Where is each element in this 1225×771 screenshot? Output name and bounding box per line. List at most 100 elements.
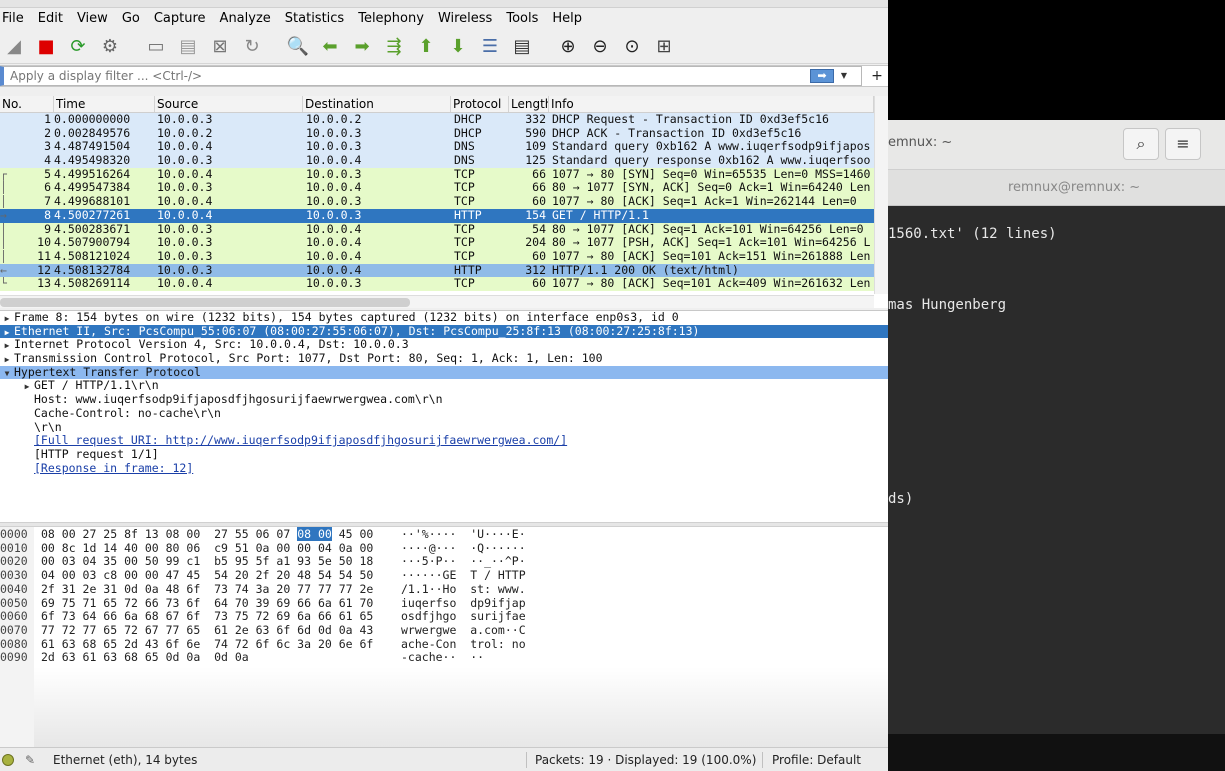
menu-tools[interactable]: Tools (499, 8, 545, 30)
restart-capture-icon[interactable]: ⟳ (64, 33, 92, 61)
detail-tree-row[interactable]: ▶ Frame 8: 154 bytes on wire (1232 bits),… (0, 310, 888, 326)
ascii-bytes[interactable]: iuqerfso dp9ifjap (401, 596, 526, 611)
reload-file-icon[interactable]: ↻ (238, 33, 266, 61)
menu-statistics[interactable]: Statistics (278, 8, 351, 30)
menu-view[interactable]: View (70, 8, 115, 30)
ascii-bytes[interactable]: osdfjhgo surijfae (401, 609, 526, 624)
packet-row[interactable]: ┌ 5 4.499516264 10.0.0.4 10.0.0.3 TCP 66 1077 →… (0, 167, 888, 182)
detail-tree-row[interactable]: [HTTP request 1/1] (0, 447, 888, 462)
packet-row[interactable]: 2 0.002849576 10.0.0.2 10.0.0.3 DHCP 590 DHCP … (0, 126, 888, 141)
ascii-bytes[interactable]: ····@··· ·Q······ (401, 541, 526, 556)
save-file-icon[interactable]: ▤ (174, 33, 202, 61)
packet-row[interactable]: │ 9 4.500283671 10.0.0.3 10.0.0.4 TCP 54 80 → 1… (0, 222, 888, 237)
colorize-icon[interactable]: ▤ (508, 33, 536, 61)
packet-row[interactable]: ← 12 4.508132784 10.0.0.3 10.0.0.4 HTTP 312 HTT… (0, 263, 888, 278)
hex-bytes[interactable]: 00 8c 1d 14 40 00 80 06 c9 51 0a 00 00 0… (41, 541, 373, 556)
selected-hex-bytes[interactable]: 08 00 (297, 527, 332, 541)
hex-bytes[interactable]: 08 00 27 25 8f 13 08 00 27 55 06 07 08 0… (41, 527, 373, 542)
zoom-in-icon[interactable]: ⊕ (554, 33, 582, 61)
menu-help[interactable]: Help (545, 8, 589, 30)
hamburger-menu-icon[interactable]: ≡ (1165, 128, 1201, 160)
terminal-output[interactable]: 1560.txt' (12 lines) mas Hungenberg ds) (888, 206, 1225, 734)
filter-history-dropdown-icon[interactable]: ▼ (838, 69, 850, 83)
zoom-normal-icon[interactable]: ⊙ (618, 33, 646, 61)
col-header-info[interactable]: Info (549, 96, 874, 112)
menu-wireless[interactable]: Wireless (431, 8, 499, 30)
menu-go[interactable]: Go (115, 8, 147, 30)
ascii-bytes[interactable]: ache-Con trol: no (401, 637, 526, 652)
packet-row[interactable]: 4 4.495498320 10.0.0.3 10.0.0.4 DNS 125 Standa… (0, 154, 888, 168)
detail-tree-row[interactable]: ▶ Ethernet II, Src: PcsCompu_55:06:07 (08… (0, 324, 888, 340)
collapsed-arrow-icon[interactable]: ▶ (0, 326, 14, 340)
ascii-bytes[interactable]: ···5·P·· ··_··^P· (401, 555, 526, 569)
go-forward-icon[interactable]: ➡ (348, 33, 376, 61)
packet-row[interactable]: 1 0.000000000 10.0.0.3 10.0.0.2 DHCP 332 DHCP … (0, 113, 888, 127)
packet-details[interactable]: ▶ Frame 8: 154 bytes on wire (1232 bits),… (0, 310, 888, 522)
terminal-tab-title[interactable]: emnux: ~ (888, 135, 952, 150)
close-file-icon[interactable]: ⊠ (206, 33, 234, 61)
hex-bytes[interactable]: 00 03 04 35 00 50 99 c1 b5 95 5f a1 93 5… (41, 555, 373, 569)
col-header-no[interactable]: No. (0, 96, 54, 112)
collapsed-arrow-icon[interactable]: ▶ (0, 312, 14, 326)
hex-bytes[interactable]: 69 75 71 65 72 66 73 6f 64 70 39 69 66 6… (41, 596, 373, 611)
hex-bytes[interactable]: 2d 63 61 63 68 65 0d 0a 0d 0a (41, 650, 249, 665)
hex-bytes[interactable]: 04 00 03 c8 00 00 47 45 54 20 2f 20 48 5… (41, 568, 373, 583)
shark-fin-start-icon[interactable]: ◢ (0, 33, 28, 61)
packet-list[interactable]: No. Time Source Destination Protocol Len… (0, 96, 888, 308)
display-filter-input[interactable] (0, 66, 862, 86)
open-file-icon[interactable]: ▭ (142, 33, 170, 61)
collapsed-arrow-icon[interactable]: ▶ (0, 339, 14, 353)
menu-edit[interactable]: Edit (31, 8, 70, 30)
ascii-bytes[interactable]: -cache·· ·· (401, 651, 484, 665)
go-back-icon[interactable]: ⬅ (316, 33, 344, 61)
detail-tree-row[interactable]: ▼ Hypertext Transfer Protocol (0, 365, 888, 381)
ascii-bytes[interactable]: ······GE T / HTTP (401, 568, 526, 583)
menu-file[interactable]: File (0, 8, 31, 30)
ascii-bytes[interactable]: /1.1··Ho st: www. (401, 582, 526, 597)
detail-tree-row[interactable]: Host: www.iuqerfsodp9ifjaposdfjhgosurijf… (0, 392, 888, 407)
packet-list-vertical-scrollbar[interactable] (874, 96, 888, 294)
detail-tree-row[interactable]: ▶ GET / HTTP/1.1\r\n (0, 379, 888, 393)
collapsed-arrow-icon[interactable]: ▶ (20, 380, 34, 394)
detail-tree-row[interactable]: \r\n (0, 420, 888, 435)
detail-tree-row[interactable]: ▶ Transmission Control Protocol, Src Port… (0, 351, 888, 367)
col-header-source[interactable]: Source (155, 96, 303, 112)
go-to-packet-icon[interactable]: ⇶ (380, 33, 408, 61)
packet-row[interactable]: └ 13 4.508269114 10.0.0.4 10.0.0.3 TCP 60 1077 … (0, 277, 888, 291)
stop-capture-icon[interactable]: ■ (32, 33, 60, 61)
go-first-icon[interactable]: ⬆ (412, 33, 440, 61)
ascii-bytes[interactable]: wrwergwe a.com··C (401, 623, 526, 638)
expanded-arrow-icon[interactable]: ▼ (0, 367, 14, 381)
packet-row[interactable]: │ 10 4.507900794 10.0.0.3 10.0.0.4 TCP 204 80 →… (0, 236, 888, 250)
hex-bytes[interactable]: 6f 73 64 66 6a 68 67 6f 73 75 72 69 6a 6… (41, 609, 373, 624)
zoom-out-icon[interactable]: ⊖ (586, 33, 614, 61)
apply-filter-arrow-icon[interactable]: ➡ (810, 69, 834, 83)
resize-columns-icon[interactable]: ⊞ (650, 33, 678, 61)
menu-telephony[interactable]: Telephony (351, 8, 431, 30)
collapsed-arrow-icon[interactable]: ▶ (0, 353, 14, 367)
packet-list-horizontal-scrollbar[interactable] (0, 295, 874, 308)
ascii-bytes[interactable]: ··'%···· 'U····E· (401, 527, 526, 542)
menu-capture[interactable]: Capture (147, 8, 213, 30)
go-last-icon[interactable]: ⬇ (444, 33, 472, 61)
packet-row[interactable]: │ 11 4.508121024 10.0.0.3 10.0.0.4 TCP 60 1077 … (0, 249, 888, 264)
find-packet-icon[interactable]: 🔍 (284, 33, 312, 61)
detail-tree-row[interactable]: [Full request URI: http://www.iuqerfsodp… (0, 433, 888, 448)
detail-tree-row[interactable]: Cache-Control: no-cache\r\n (0, 406, 888, 421)
col-header-time[interactable]: Time (54, 96, 155, 112)
packet-row[interactable]: │ 6 4.499547384 10.0.0.3 10.0.0.4 TCP 66 80 → 1… (0, 181, 888, 196)
status-profile[interactable]: Profile: Default (772, 753, 861, 767)
packet-row[interactable]: │ 7 4.499688101 10.0.0.4 10.0.0.3 TCP 60 1077 →… (0, 195, 888, 209)
autoscroll-icon[interactable]: ☰ (476, 33, 504, 61)
add-filter-button[interactable]: + (866, 68, 888, 84)
capture-comment-icon[interactable]: ✎ (22, 753, 38, 767)
col-header-destination[interactable]: Destination (303, 96, 451, 112)
packet-row[interactable]: → 8 4.500277261 10.0.0.4 10.0.0.3 HTTP 154 GET … (0, 208, 888, 223)
col-header-protocol[interactable]: Protocol (451, 96, 509, 112)
capture-options-icon[interactable]: ⚙ (96, 33, 124, 61)
packet-bytes[interactable]: 0000 08 00 27 25 8f 13 08 00 27 55 06 07 … (0, 527, 888, 747)
packet-row[interactable]: 3 4.487491504 10.0.0.4 10.0.0.3 DNS 109 Standa… (0, 140, 888, 155)
expert-info-led-icon[interactable] (2, 753, 14, 766)
hex-bytes[interactable]: 2f 31 2e 31 0d 0a 48 6f 73 74 3a 20 77 7… (41, 582, 373, 597)
hex-bytes[interactable]: 77 72 77 65 72 67 77 65 61 2e 63 6f 6d 0… (41, 623, 373, 638)
